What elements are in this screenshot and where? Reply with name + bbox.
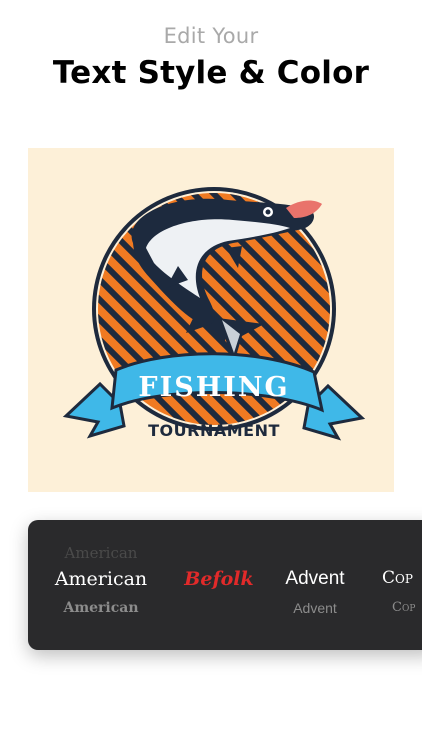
header-title: Text Style & Color (52, 55, 370, 91)
font-option-copperplate[interactable]: Cop Cop (374, 520, 422, 650)
app-screen: Edit Your Text Style & Color FISHING TOU… (0, 0, 422, 750)
fishing-logo: FISHING TOURNAMENT (62, 187, 366, 441)
font-preview-bold: American (63, 600, 139, 616)
font-preview-script: Befolk (184, 568, 254, 590)
font-preview-main: American (54, 568, 148, 590)
tagline-text[interactable]: TOURNAMENT (148, 421, 280, 440)
banner-text[interactable]: FISHING (138, 372, 289, 403)
header-subtitle: Edit Your (163, 24, 259, 48)
font-preview-main: Cop (382, 568, 413, 588)
font-picker-panel[interactable]: American American American Befolk Advent… (28, 520, 422, 650)
font-preview-light: Advent (293, 600, 337, 616)
font-option-advent[interactable]: Advent Advent (264, 520, 366, 650)
font-preview-light: Cop (392, 600, 416, 615)
font-preview-faded: American (64, 544, 138, 562)
font-preview-main: Advent (285, 568, 345, 589)
font-option-american[interactable]: American American American (28, 520, 174, 650)
font-option-befolk[interactable]: Befolk (174, 520, 264, 650)
logo-canvas[interactable]: FISHING TOURNAMENT (28, 148, 394, 492)
